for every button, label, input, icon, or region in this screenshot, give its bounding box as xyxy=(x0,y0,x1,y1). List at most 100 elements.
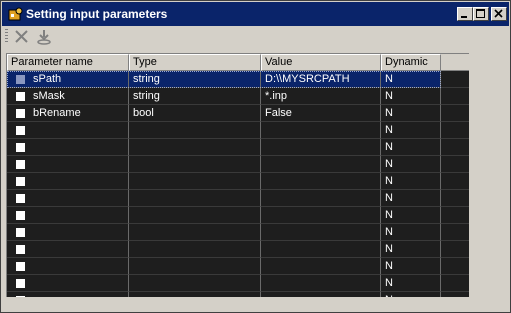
table-row[interactable]: bRename bool False N xyxy=(7,105,469,122)
cell-value[interactable] xyxy=(261,224,381,241)
table-row[interactable]: N xyxy=(7,173,469,190)
title-bar[interactable]: Setting input parameters xyxy=(2,2,509,26)
table-row[interactable]: N xyxy=(7,139,469,156)
row-checkbox[interactable] xyxy=(16,75,25,84)
cell-dynamic[interactable]: N xyxy=(381,105,441,122)
cell-name[interactable]: sMask xyxy=(7,88,129,105)
row-checkbox[interactable] xyxy=(16,296,25,297)
row-checkbox[interactable] xyxy=(16,211,25,220)
cell-value[interactable] xyxy=(261,173,381,190)
cell-name[interactable] xyxy=(7,190,129,207)
column-header-name[interactable]: Parameter name xyxy=(7,54,129,71)
row-checkbox[interactable] xyxy=(16,126,25,135)
cell-name[interactable] xyxy=(7,275,129,292)
row-checkbox[interactable] xyxy=(16,262,25,271)
table-row[interactable]: N xyxy=(7,258,469,275)
close-button[interactable] xyxy=(491,7,507,21)
cell-value[interactable] xyxy=(261,156,381,173)
column-header-value[interactable]: Value xyxy=(261,54,381,71)
cell-name[interactable] xyxy=(7,122,129,139)
cell-dynamic[interactable]: N xyxy=(381,71,441,88)
cell-value[interactable] xyxy=(261,190,381,207)
table-row[interactable]: N xyxy=(7,275,469,292)
cell-type[interactable] xyxy=(129,139,261,156)
cell-dynamic[interactable]: N xyxy=(381,173,441,190)
row-checkbox[interactable] xyxy=(16,92,25,101)
cell-dynamic[interactable]: N xyxy=(381,292,441,297)
cell-name[interactable] xyxy=(7,156,129,173)
cell-dynamic[interactable]: N xyxy=(381,88,441,105)
cell-type[interactable] xyxy=(129,241,261,258)
cell-value[interactable]: D:\\MYSRCPATH xyxy=(261,71,381,88)
row-checkbox[interactable] xyxy=(16,143,25,152)
cell-value[interactable] xyxy=(261,258,381,275)
row-filler xyxy=(441,275,469,292)
table-row[interactable]: N xyxy=(7,122,469,139)
maximize-button[interactable] xyxy=(473,7,489,21)
cell-type[interactable] xyxy=(129,190,261,207)
cell-dynamic[interactable]: N xyxy=(381,139,441,156)
cell-dynamic[interactable]: N xyxy=(381,207,441,224)
cell-dynamic[interactable]: N xyxy=(381,275,441,292)
toolbar-grip[interactable] xyxy=(5,29,8,44)
row-checkbox[interactable] xyxy=(16,109,25,118)
cell-type[interactable] xyxy=(129,122,261,139)
cell-type[interactable] xyxy=(129,173,261,190)
cell-dynamic[interactable]: N xyxy=(381,190,441,207)
cell-value[interactable] xyxy=(261,122,381,139)
cell-name[interactable] xyxy=(7,292,129,297)
cell-dynamic[interactable]: N xyxy=(381,241,441,258)
cell-value[interactable]: False xyxy=(261,105,381,122)
table-row[interactable]: sPath string D:\\MYSRCPATH N xyxy=(7,71,469,88)
delete-x-icon[interactable] xyxy=(13,28,31,45)
cell-type[interactable]: string xyxy=(129,88,261,105)
cell-name[interactable] xyxy=(7,173,129,190)
table-row[interactable]: N xyxy=(7,224,469,241)
cell-dynamic[interactable]: N xyxy=(381,224,441,241)
cell-dynamic[interactable]: N xyxy=(381,122,441,139)
cell-name[interactable] xyxy=(7,241,129,258)
minimize-icon xyxy=(461,16,467,18)
cell-type[interactable] xyxy=(129,207,261,224)
cell-name[interactable] xyxy=(7,258,129,275)
row-checkbox[interactable] xyxy=(16,160,25,169)
cell-value[interactable] xyxy=(261,207,381,224)
row-filler xyxy=(441,224,469,241)
row-checkbox[interactable] xyxy=(16,228,25,237)
cell-name[interactable] xyxy=(7,207,129,224)
table-row[interactable]: N xyxy=(7,190,469,207)
cell-type[interactable] xyxy=(129,156,261,173)
column-header-dynamic[interactable]: Dynamic xyxy=(381,54,441,71)
cell-type[interactable]: bool xyxy=(129,105,261,122)
cell-value[interactable] xyxy=(261,241,381,258)
cell-name[interactable] xyxy=(7,139,129,156)
minimize-button[interactable] xyxy=(457,7,473,21)
insert-parameter-icon[interactable] xyxy=(35,28,53,45)
table-row[interactable]: sMask string *.inp N xyxy=(7,88,469,105)
column-header-type[interactable]: Type xyxy=(129,54,261,71)
cell-type[interactable] xyxy=(129,258,261,275)
row-checkbox[interactable] xyxy=(16,279,25,288)
cell-type[interactable]: string xyxy=(129,71,261,88)
row-filler xyxy=(441,207,469,224)
cell-value[interactable]: *.inp xyxy=(261,88,381,105)
cell-name[interactable] xyxy=(7,224,129,241)
cell-value[interactable] xyxy=(261,275,381,292)
table-row[interactable]: N xyxy=(7,241,469,258)
cell-dynamic[interactable]: N xyxy=(381,156,441,173)
table-row[interactable]: N xyxy=(7,292,469,297)
cell-type[interactable] xyxy=(129,224,261,241)
cell-value[interactable] xyxy=(261,292,381,297)
cell-type[interactable] xyxy=(129,292,261,297)
cell-name[interactable]: sPath xyxy=(7,71,129,88)
app-icon xyxy=(8,7,23,21)
cell-value[interactable] xyxy=(261,139,381,156)
row-checkbox[interactable] xyxy=(16,245,25,254)
table-row[interactable]: N xyxy=(7,207,469,224)
cell-name[interactable]: bRename xyxy=(7,105,129,122)
row-checkbox[interactable] xyxy=(16,177,25,186)
row-checkbox[interactable] xyxy=(16,194,25,203)
cell-dynamic[interactable]: N xyxy=(381,258,441,275)
cell-type[interactable] xyxy=(129,275,261,292)
table-row[interactable]: N xyxy=(7,156,469,173)
